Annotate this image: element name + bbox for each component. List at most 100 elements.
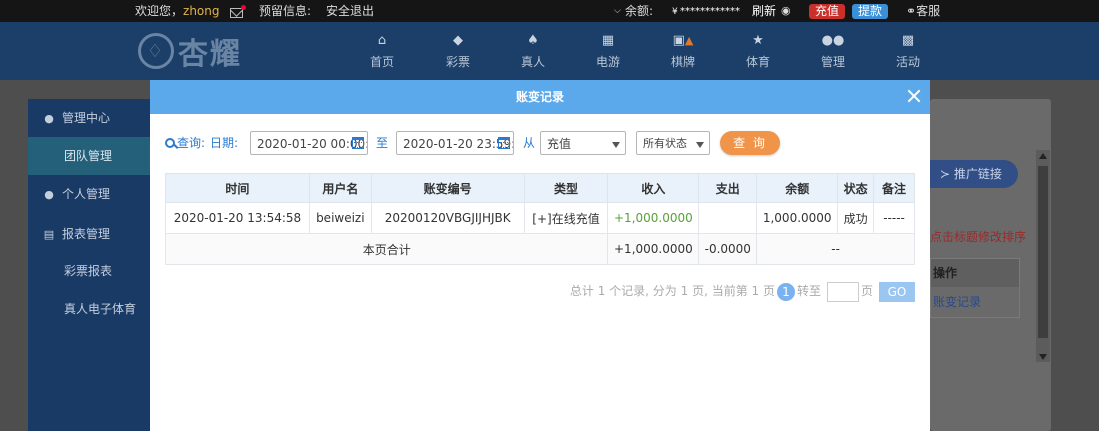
lottery-icon: ◆ xyxy=(453,33,463,48)
date-from-input[interactable]: 2020-01-20 00:00:00 xyxy=(250,131,368,155)
background-table: 操作 账变记录 xyxy=(930,258,1020,318)
trophy-icon: ★ xyxy=(752,33,764,48)
nav-live[interactable]: ♠ 真人 xyxy=(503,32,563,70)
recharge-button[interactable]: 充值 xyxy=(809,3,846,19)
query-bar: 查询: 日期: 2020-01-20 00:00:00 至 2020-01-20… xyxy=(165,131,915,155)
background-table-header: 操作 xyxy=(931,259,1019,287)
document-icon: ▤ xyxy=(43,228,55,241)
headset-icon: ⚭ xyxy=(906,4,917,18)
sidebar-item-personal-management[interactable]: ● 个人管理 xyxy=(28,175,150,213)
scroll-thumb[interactable] xyxy=(1038,166,1048,338)
cell-type: [+]在线充值 xyxy=(523,202,609,234)
crest-icon: ♢ xyxy=(138,33,174,69)
col-time[interactable]: 时间 xyxy=(165,173,310,203)
cell-username: beiweizi xyxy=(308,202,372,234)
type-select[interactable]: 充值 xyxy=(540,131,626,155)
sidebar: ● 管理中心 团队管理 ● 个人管理 ▤ 报表管理 彩票报表 真人电子体育 xyxy=(28,99,150,431)
nav-cards[interactable]: ▣▲ 棋牌 xyxy=(653,32,713,70)
username: zhong xyxy=(183,4,220,18)
col-note[interactable]: 备注 xyxy=(873,173,915,203)
user-icon: ● xyxy=(44,188,54,201)
main-header: ♢ 杏耀 ⌂ 首页 ◆ 彩票 ♠ 真人 ▦ 电游 ▣▲ 棋牌 ★ 体育 ●● 管理 ▩ 活动 xyxy=(0,22,1099,80)
nav-slot[interactable]: ▦ 电游 xyxy=(578,32,638,70)
table-header-row: 时间 用户名 账变编号 类型 收入 支出 余额 状态 备注 xyxy=(165,173,915,203)
scroll-down-icon[interactable] xyxy=(1039,354,1047,360)
nav-home[interactable]: ⌂ 首页 xyxy=(352,32,412,70)
search-icon xyxy=(165,138,175,148)
goto-label: 转至 xyxy=(796,284,821,298)
account-change-link[interactable]: 账变记录 xyxy=(931,287,1019,317)
sidebar-item-team-management[interactable]: 团队管理 xyxy=(28,137,150,175)
eye-icon[interactable]: ◉ xyxy=(781,3,791,19)
modal-header: 账变记录 xyxy=(150,80,930,114)
calendar-icon[interactable] xyxy=(352,137,364,149)
balance-mask: ************ xyxy=(680,6,740,17)
col-balance[interactable]: 余额 xyxy=(756,173,839,203)
cell-income: +1,000.0000 xyxy=(607,202,700,234)
users-icon: ● xyxy=(44,112,54,125)
modal-title: 账变记录 xyxy=(515,90,564,104)
account-change-table: 时间 用户名 账变编号 类型 收入 支出 余额 状态 备注 2020-01-20… xyxy=(164,173,915,265)
nav-lottery[interactable]: ◆ 彩票 xyxy=(428,32,488,70)
sidebar-item-lottery-report[interactable]: 彩票报表 xyxy=(28,252,150,290)
service-link[interactable]: ⚭客服 xyxy=(906,3,940,19)
sidebar-item-management-center[interactable]: ● 管理中心 xyxy=(28,99,150,137)
sort-hint: 点击标题修改排序 xyxy=(930,230,1027,244)
refresh-link[interactable]: 刷新 xyxy=(752,3,776,19)
col-income[interactable]: 收入 xyxy=(607,173,700,203)
page-input[interactable] xyxy=(826,281,859,302)
calendar-icon[interactable] xyxy=(498,137,510,149)
chevron-down-icon[interactable]: ⌵ xyxy=(614,3,621,19)
summary-rest: -- xyxy=(756,233,915,265)
logout-link[interactable]: 安全退出 xyxy=(326,3,374,19)
col-type[interactable]: 类型 xyxy=(523,173,609,203)
nav-activity[interactable]: ▩ 活动 xyxy=(878,32,938,70)
cards-icon: ▣▲ xyxy=(672,33,694,48)
logo-text: 杏耀 xyxy=(178,37,242,72)
col-username[interactable]: 用户名 xyxy=(308,173,372,203)
chevron-down-icon xyxy=(696,142,704,148)
close-icon[interactable] xyxy=(906,88,922,104)
page-unit: 页 xyxy=(860,284,873,298)
date-to-input[interactable]: 2020-01-20 23:59:59 xyxy=(396,131,514,155)
to-label: 至 xyxy=(376,136,389,150)
account-change-modal: 账变记录 查询: 日期: 2020-01-20 00:00:00 至 2020-… xyxy=(150,80,930,431)
live-icon: ♠ xyxy=(527,33,539,48)
site-logo[interactable]: ♢ 杏耀 xyxy=(138,30,242,72)
summary-row: 本页合计 +1,000.0000 -0.0000 -- xyxy=(164,233,915,265)
sidebar-item-report-management[interactable]: ▤ 报表管理 xyxy=(28,215,150,253)
users-icon: ●● xyxy=(821,33,845,48)
cell-status: 成功 xyxy=(837,202,875,234)
cell-time: 2020-01-20 13:54:58 xyxy=(165,202,310,234)
scroll-up-icon[interactable] xyxy=(1039,153,1047,159)
mail-icon[interactable] xyxy=(230,4,246,20)
background-scrollbar[interactable] xyxy=(1036,150,1050,362)
status-select[interactable]: 所有状态 xyxy=(636,131,710,155)
pagination: 总计 1 个记录, 分为 1 页, 当前第 1 页 1 转至 页 GO xyxy=(450,280,915,302)
sidebar-item-live-sports-report[interactable]: 真人电子体育 xyxy=(28,290,150,328)
query-button[interactable]: 查 询 xyxy=(720,131,780,155)
chevron-down-icon xyxy=(612,142,620,148)
gift-icon: ▩ xyxy=(901,33,915,48)
col-code[interactable]: 账变编号 xyxy=(370,173,525,203)
col-expense[interactable]: 支出 xyxy=(698,173,758,203)
date-label: 日期: xyxy=(210,136,239,150)
nav-sports[interactable]: ★ 体育 xyxy=(728,32,788,70)
summary-label: 本页合计 xyxy=(164,233,609,265)
current-page[interactable]: 1 xyxy=(776,282,795,301)
table-row: 2020-01-20 13:54:58 beiweizi 20200120VBG… xyxy=(165,202,915,234)
col-status[interactable]: 状态 xyxy=(837,173,875,203)
go-button[interactable]: GO xyxy=(879,281,915,302)
welcome-text: 欢迎您，zhong xyxy=(135,4,220,18)
nav-manage[interactable]: ●● 管理 xyxy=(803,32,863,70)
promo-link-button[interactable]: ≻ 推广链接 xyxy=(930,160,1018,188)
summary-expense: -0.0000 xyxy=(698,233,758,265)
reserved-info-label: 预留信息: xyxy=(259,4,312,18)
withdraw-button[interactable]: 提款 xyxy=(852,3,889,19)
cell-note: ----- xyxy=(873,202,915,234)
balance-label: 余额: xyxy=(625,4,654,18)
cell-balance: 1,000.0000 xyxy=(756,202,839,234)
from-label: 从 xyxy=(523,136,536,150)
slot-icon: ▦ xyxy=(601,33,615,48)
top-bar: 欢迎您，zhong 预留信息: 安全退出 ⌵ 余额: ¥ ***********… xyxy=(0,0,1099,22)
